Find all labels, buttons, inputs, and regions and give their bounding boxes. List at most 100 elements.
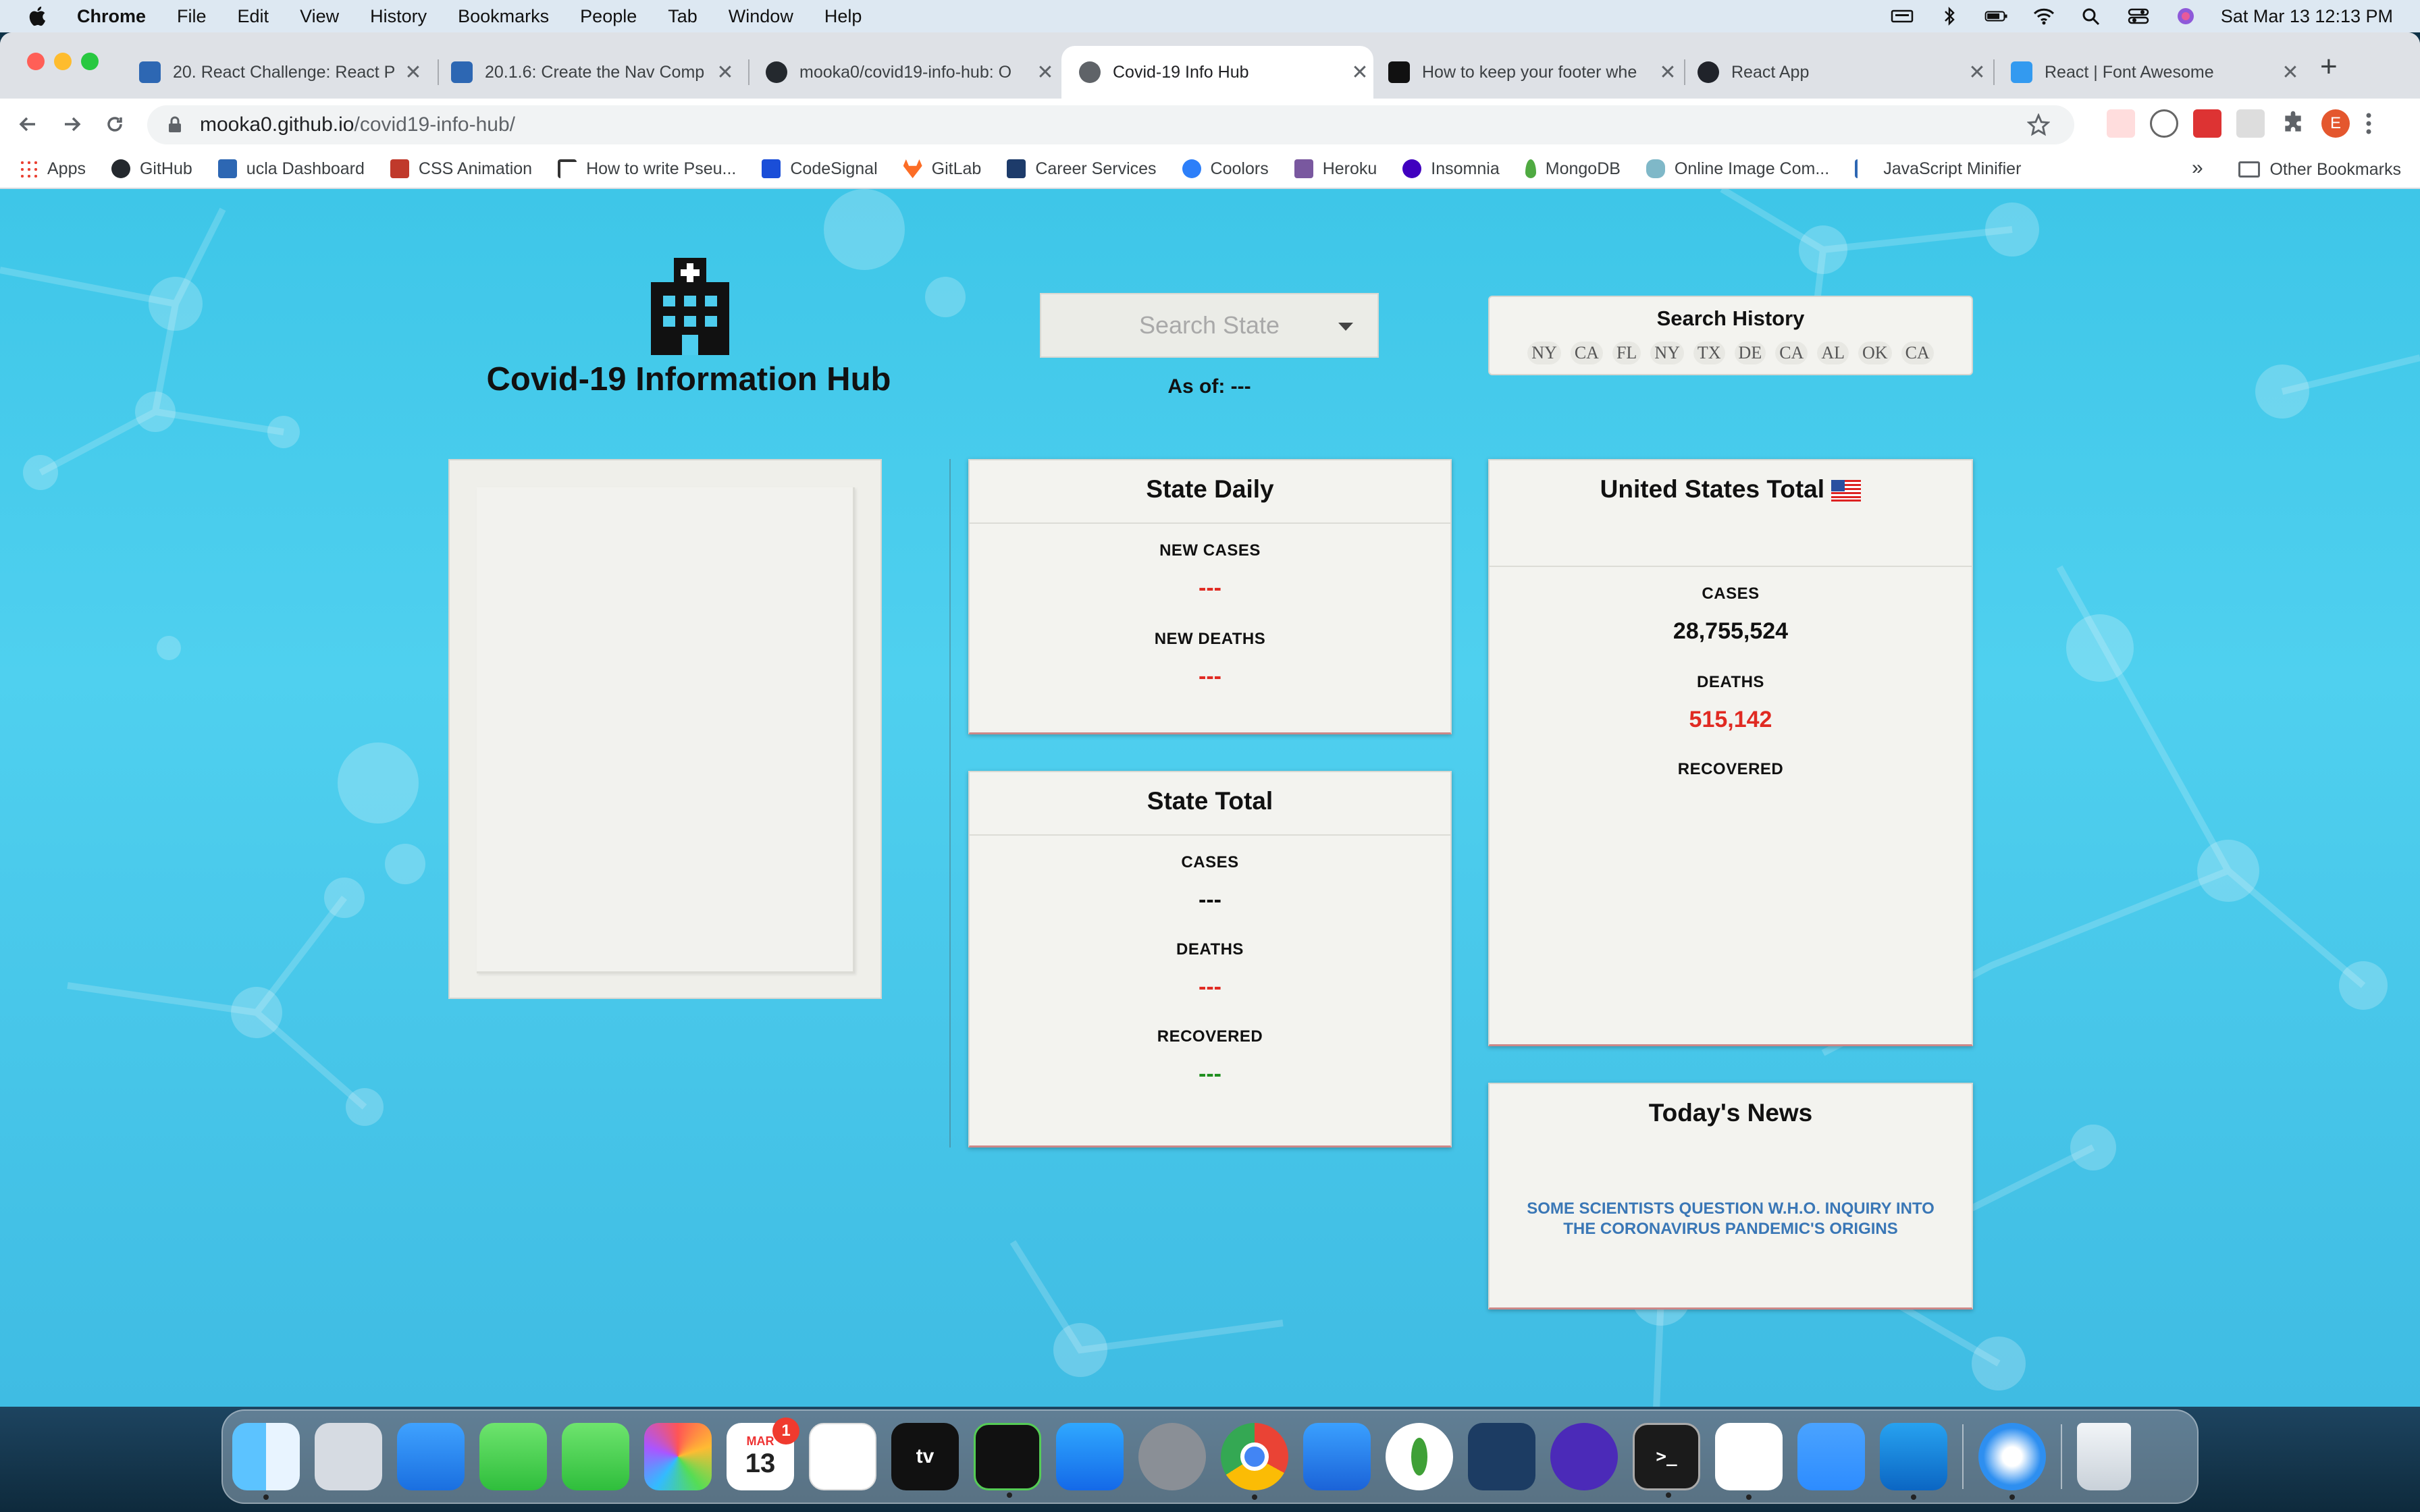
system-preferences-icon[interactable]	[1138, 1423, 1206, 1490]
tab-footer-article[interactable]: How to keep your footer whe ✕	[1371, 46, 1681, 99]
app-store-icon[interactable]	[1056, 1423, 1124, 1490]
history-chip[interactable]: NY	[1527, 342, 1561, 364]
menu-edit[interactable]: Edit	[238, 6, 269, 27]
photos-icon[interactable]	[644, 1423, 712, 1490]
menu-file[interactable]: File	[177, 6, 207, 27]
calendar-icon[interactable]: MAR 13 1	[727, 1418, 799, 1490]
close-tab-icon[interactable]: ✕	[2277, 61, 2304, 84]
bookmark-coolors[interactable]: Coolors	[1182, 159, 1269, 179]
bookmark-apps[interactable]: Apps	[19, 159, 86, 179]
bookmark-codesignal[interactable]: CodeSignal	[762, 159, 878, 179]
profile-avatar[interactable]: E	[2321, 109, 2350, 138]
battery-icon[interactable]	[1984, 6, 2009, 26]
bookmark-online-image[interactable]: Online Image Com...	[1646, 159, 1829, 179]
menu-history[interactable]: History	[370, 6, 427, 27]
insomnia-app-icon[interactable]	[1550, 1423, 1618, 1490]
mongodb-compass-icon[interactable]	[1386, 1423, 1453, 1490]
menu-bookmarks[interactable]: Bookmarks	[458, 6, 549, 27]
extension-icon[interactable]	[2107, 109, 2135, 138]
xcode-icon[interactable]	[1303, 1423, 1371, 1490]
minimize-window-button[interactable]	[54, 53, 72, 70]
menu-window[interactable]: Window	[729, 6, 793, 27]
chrome-icon[interactable]	[1221, 1423, 1288, 1500]
trash-icon[interactable]	[2077, 1423, 2131, 1490]
history-chip[interactable]: DE	[1734, 342, 1766, 364]
bookmark-heroku[interactable]: Heroku	[1294, 159, 1377, 179]
forward-button[interactable]	[57, 109, 86, 139]
finder-icon[interactable]	[232, 1423, 300, 1500]
tab-covid-hub[interactable]: Covid-19 Info Hub ✕	[1061, 46, 1373, 99]
more-menu-icon[interactable]	[2365, 110, 2373, 137]
history-chip[interactable]: TX	[1693, 342, 1725, 364]
facetime-icon[interactable]	[479, 1423, 547, 1490]
news-headline-link[interactable]: SOME SCIENTISTS QUESTION W.H.O. INQUIRY …	[1490, 1199, 1972, 1239]
apple-icon[interactable]	[27, 5, 50, 28]
reload-button[interactable]	[100, 109, 130, 139]
vscode-icon[interactable]	[1880, 1423, 1947, 1500]
history-chip[interactable]: FL	[1612, 342, 1641, 364]
menu-app-name[interactable]: Chrome	[77, 6, 146, 27]
tab-react-app[interactable]: React App ✕	[1680, 46, 1991, 99]
menu-tab[interactable]: Tab	[668, 6, 698, 27]
close-window-button[interactable]	[27, 53, 45, 70]
close-tab-icon[interactable]: ✕	[1964, 61, 1991, 84]
siri-icon[interactable]	[2174, 6, 2198, 26]
history-chip[interactable]: NY	[1650, 342, 1684, 364]
bookmark-github[interactable]: GitHub	[111, 159, 192, 179]
tab-react-challenge[interactable]: 20. React Challenge: React P ✕	[122, 46, 427, 99]
extension-icon[interactable]	[2236, 109, 2265, 138]
history-chip[interactable]: CA	[1901, 342, 1934, 364]
spotlight-search-icon[interactable]	[2079, 6, 2103, 26]
slack-icon[interactable]	[1715, 1423, 1783, 1500]
menu-clock[interactable]: Sat Mar 13 12:13 PM	[2221, 6, 2393, 27]
close-tab-icon[interactable]: ✕	[1346, 61, 1373, 84]
history-chip[interactable]: OK	[1858, 342, 1892, 364]
puzzle-extensions-icon[interactable]	[2280, 110, 2307, 137]
tab-font-awesome[interactable]: React | Font Awesome ✕	[1993, 46, 2304, 99]
other-bookmarks-folder[interactable]: Other Bookmarks	[2238, 150, 2401, 189]
back-button[interactable]	[14, 109, 43, 139]
new-tab-button[interactable]: +	[2320, 50, 2338, 84]
close-tab-icon[interactable]: ✕	[1654, 61, 1681, 84]
close-tab-icon[interactable]: ✕	[400, 61, 427, 84]
bookmarks-overflow-button[interactable]: »	[2192, 157, 2203, 180]
bookmark-js-minifier[interactable]: JavaScript Minifier	[1855, 159, 2021, 179]
address-bar[interactable]: mooka0.github.io/covid19-info-hub/	[147, 105, 2074, 144]
messages-icon[interactable]	[562, 1423, 629, 1490]
bookmark-career-services[interactable]: Career Services	[1007, 159, 1157, 179]
close-tab-icon[interactable]: ✕	[712, 61, 739, 84]
menu-help[interactable]: Help	[824, 6, 862, 27]
pycharm-icon[interactable]	[974, 1423, 1041, 1498]
zoom-icon[interactable]	[1797, 1423, 1865, 1490]
apple-tv-icon[interactable]: tv	[891, 1423, 959, 1490]
zoom-window-button[interactable]	[81, 53, 99, 70]
launchpad-icon[interactable]	[315, 1423, 382, 1490]
bookmark-insomnia[interactable]: Insomnia	[1402, 159, 1500, 179]
keyboard-icon[interactable]	[1890, 6, 1914, 26]
bluetooth-icon[interactable]	[1937, 6, 1962, 26]
extension-icon[interactable]	[2150, 109, 2178, 138]
wifi-icon[interactable]	[2032, 6, 2056, 26]
close-tab-icon[interactable]: ✕	[1032, 61, 1059, 84]
bookmark-ucla-dashboard[interactable]: ucla Dashboard	[217, 159, 365, 179]
tab-create-nav[interactable]: 20.1.6: Create the Nav Comp ✕	[433, 46, 739, 99]
extension-icon[interactable]	[2193, 109, 2221, 138]
mail-icon[interactable]	[397, 1423, 465, 1490]
bookmark-gitlab[interactable]: GitLab	[903, 159, 981, 179]
notes-icon[interactable]	[809, 1423, 876, 1490]
tab-github-repo[interactable]: mooka0/covid19-info-hub: O ✕	[748, 46, 1059, 99]
search-state-dropdown[interactable]: Search State	[1040, 293, 1379, 358]
bookmark-pseudocode[interactable]: How to write Pseu...	[558, 159, 736, 179]
history-chip[interactable]: CA	[1570, 342, 1603, 364]
mysql-workbench-icon[interactable]	[1468, 1423, 1535, 1490]
history-chip[interactable]: AL	[1817, 342, 1849, 364]
bookmark-star-icon[interactable]	[2027, 113, 2050, 136]
terminal-icon[interactable]: >_	[1633, 1423, 1700, 1498]
menu-view[interactable]: View	[300, 6, 339, 27]
bookmark-mongodb[interactable]: MongoDB	[1525, 159, 1621, 179]
lock-icon[interactable]	[167, 116, 182, 134]
control-center-icon[interactable]	[2126, 6, 2151, 26]
menu-people[interactable]: People	[580, 6, 637, 27]
history-chip[interactable]: CA	[1775, 342, 1808, 364]
bookmark-css-animation[interactable]: CSS Animation	[390, 159, 532, 179]
